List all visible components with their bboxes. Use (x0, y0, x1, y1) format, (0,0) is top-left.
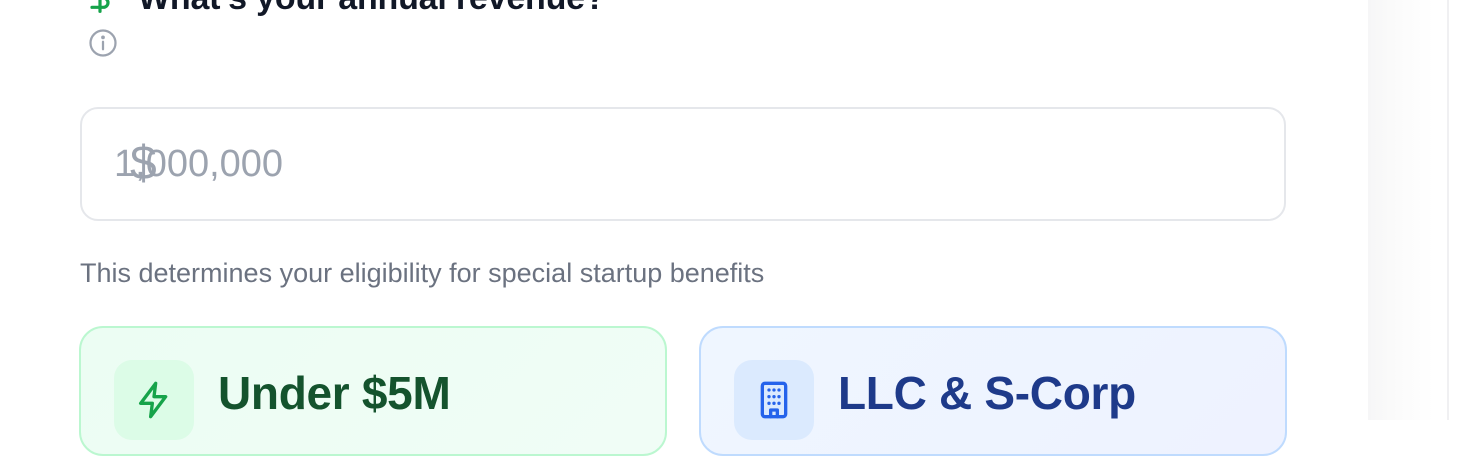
revenue-tier-card[interactable]: Under $5M (79, 326, 667, 456)
side-panel-divider (1447, 0, 1449, 420)
question-title: What's your annual revenue? (138, 0, 606, 18)
card-icon-badge (734, 360, 814, 440)
card-title: Under $5M (218, 367, 451, 419)
card-icon-badge (114, 360, 194, 440)
building-icon (760, 381, 788, 419)
helper-text: This determines your eligibility for spe… (80, 258, 765, 288)
revenue-field[interactable]: $ (80, 107, 1286, 221)
info-icon[interactable] (88, 28, 118, 58)
revenue-input[interactable] (114, 109, 1214, 219)
question-header: What's your annual revenue? (84, 0, 606, 18)
entity-type-card[interactable]: LLC & S-Corp (699, 326, 1287, 456)
side-panel-shadow (1368, 0, 1478, 420)
lightning-icon (139, 381, 168, 419)
card-title: LLC & S-Corp (838, 367, 1136, 419)
currency-prefix: $ (130, 137, 157, 190)
dollar-icon (90, 0, 110, 13)
